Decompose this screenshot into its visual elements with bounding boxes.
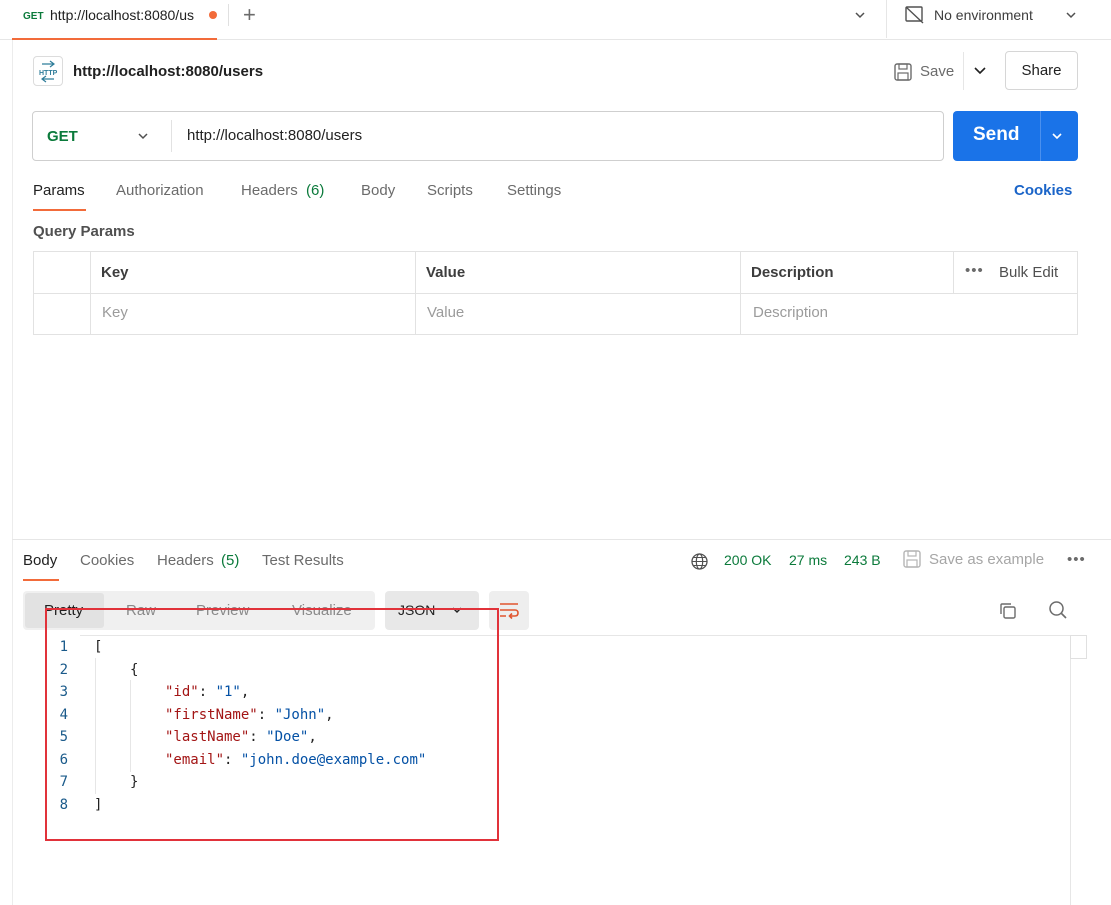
chevron-down-icon[interactable] xyxy=(972,62,988,78)
chevron-down-icon[interactable] xyxy=(136,129,150,143)
save-divider xyxy=(963,52,964,90)
environment-divider xyxy=(886,0,887,38)
method-selector[interactable]: GET xyxy=(47,128,78,145)
response-tab-test-results[interactable]: Test Results xyxy=(262,552,344,569)
tab-authorization[interactable]: Authorization xyxy=(116,182,204,199)
response-tab-headers[interactable]: Headers xyxy=(157,552,214,569)
chevron-down-icon[interactable] xyxy=(1050,129,1064,143)
response-tab-cookies[interactable]: Cookies xyxy=(80,552,134,569)
active-tab-indicator xyxy=(33,209,86,211)
column-header-key: Key xyxy=(101,264,129,281)
request-title[interactable]: http://localhost:8080/users xyxy=(73,63,263,80)
send-button-label[interactable]: Send xyxy=(973,124,1019,146)
table-column-divider xyxy=(90,251,91,335)
tab-scripts[interactable]: Scripts xyxy=(427,182,473,199)
pane-resize-divider[interactable] xyxy=(12,539,1111,540)
unsaved-dot-icon xyxy=(209,11,217,19)
editor-scrollbar[interactable] xyxy=(1070,635,1087,659)
url-input[interactable] xyxy=(187,127,927,144)
http-request-icon: HTTP xyxy=(33,56,63,86)
column-header-value: Value xyxy=(426,264,466,281)
cookies-link[interactable]: Cookies xyxy=(1014,182,1072,199)
save-icon[interactable] xyxy=(893,62,913,82)
table-row-divider xyxy=(33,293,1078,294)
more-options-icon[interactable]: ••• xyxy=(1067,551,1086,568)
tab-title[interactable]: http://localhost:8080/us xyxy=(50,7,203,23)
share-button[interactable]: Share xyxy=(1005,51,1078,90)
search-icon[interactable] xyxy=(1047,599,1069,621)
param-value-input[interactable]: Value xyxy=(427,304,464,321)
send-divider xyxy=(1040,111,1041,161)
pane-border xyxy=(12,40,13,905)
bulk-edit-button[interactable]: Bulk Edit xyxy=(999,264,1058,281)
param-description-input[interactable]: Description xyxy=(753,304,828,321)
save-button[interactable]: Save xyxy=(920,63,954,80)
editor-scrollbar-track xyxy=(1070,659,1071,905)
tab-settings[interactable]: Settings xyxy=(507,182,561,199)
new-tab-button[interactable]: + xyxy=(243,4,256,26)
response-size[interactable]: 243 B xyxy=(844,552,881,568)
param-key-input[interactable]: Key xyxy=(102,304,128,321)
svg-text:HTTP: HTTP xyxy=(39,70,58,77)
more-options-icon[interactable]: ••• xyxy=(965,262,984,279)
environment-selector[interactable]: No environment xyxy=(934,7,1033,23)
tab-body[interactable]: Body xyxy=(361,182,395,199)
annotation-highlight-box xyxy=(45,608,499,841)
column-header-description: Description xyxy=(751,264,834,281)
save-as-example-button[interactable]: Save as example xyxy=(929,551,1044,568)
active-tab-indicator xyxy=(23,579,59,581)
save-icon xyxy=(903,550,921,568)
tab-params[interactable]: Params xyxy=(33,182,85,199)
method-divider xyxy=(171,120,172,152)
table-column-divider xyxy=(415,251,416,335)
tab-method-label: GET xyxy=(23,11,44,22)
table-column-divider xyxy=(953,251,954,293)
response-headers-count[interactable]: (5) xyxy=(221,552,239,569)
response-time[interactable]: 27 ms xyxy=(789,552,827,568)
chevron-down-icon[interactable] xyxy=(1064,8,1078,22)
tab-headers[interactable]: Headers xyxy=(241,182,298,199)
query-params-title: Query Params xyxy=(33,223,135,240)
chevron-down-icon[interactable] xyxy=(853,8,867,22)
copy-icon[interactable] xyxy=(997,600,1019,622)
tab-divider xyxy=(228,4,229,26)
status-code[interactable]: 200 OK xyxy=(724,552,771,568)
headers-count[interactable]: (6) xyxy=(306,182,324,199)
wrap-lines-icon[interactable] xyxy=(497,599,521,621)
no-environment-icon xyxy=(905,6,924,24)
globe-icon[interactable] xyxy=(690,552,709,571)
response-tab-body[interactable]: Body xyxy=(23,552,57,569)
table-column-divider xyxy=(740,251,741,335)
